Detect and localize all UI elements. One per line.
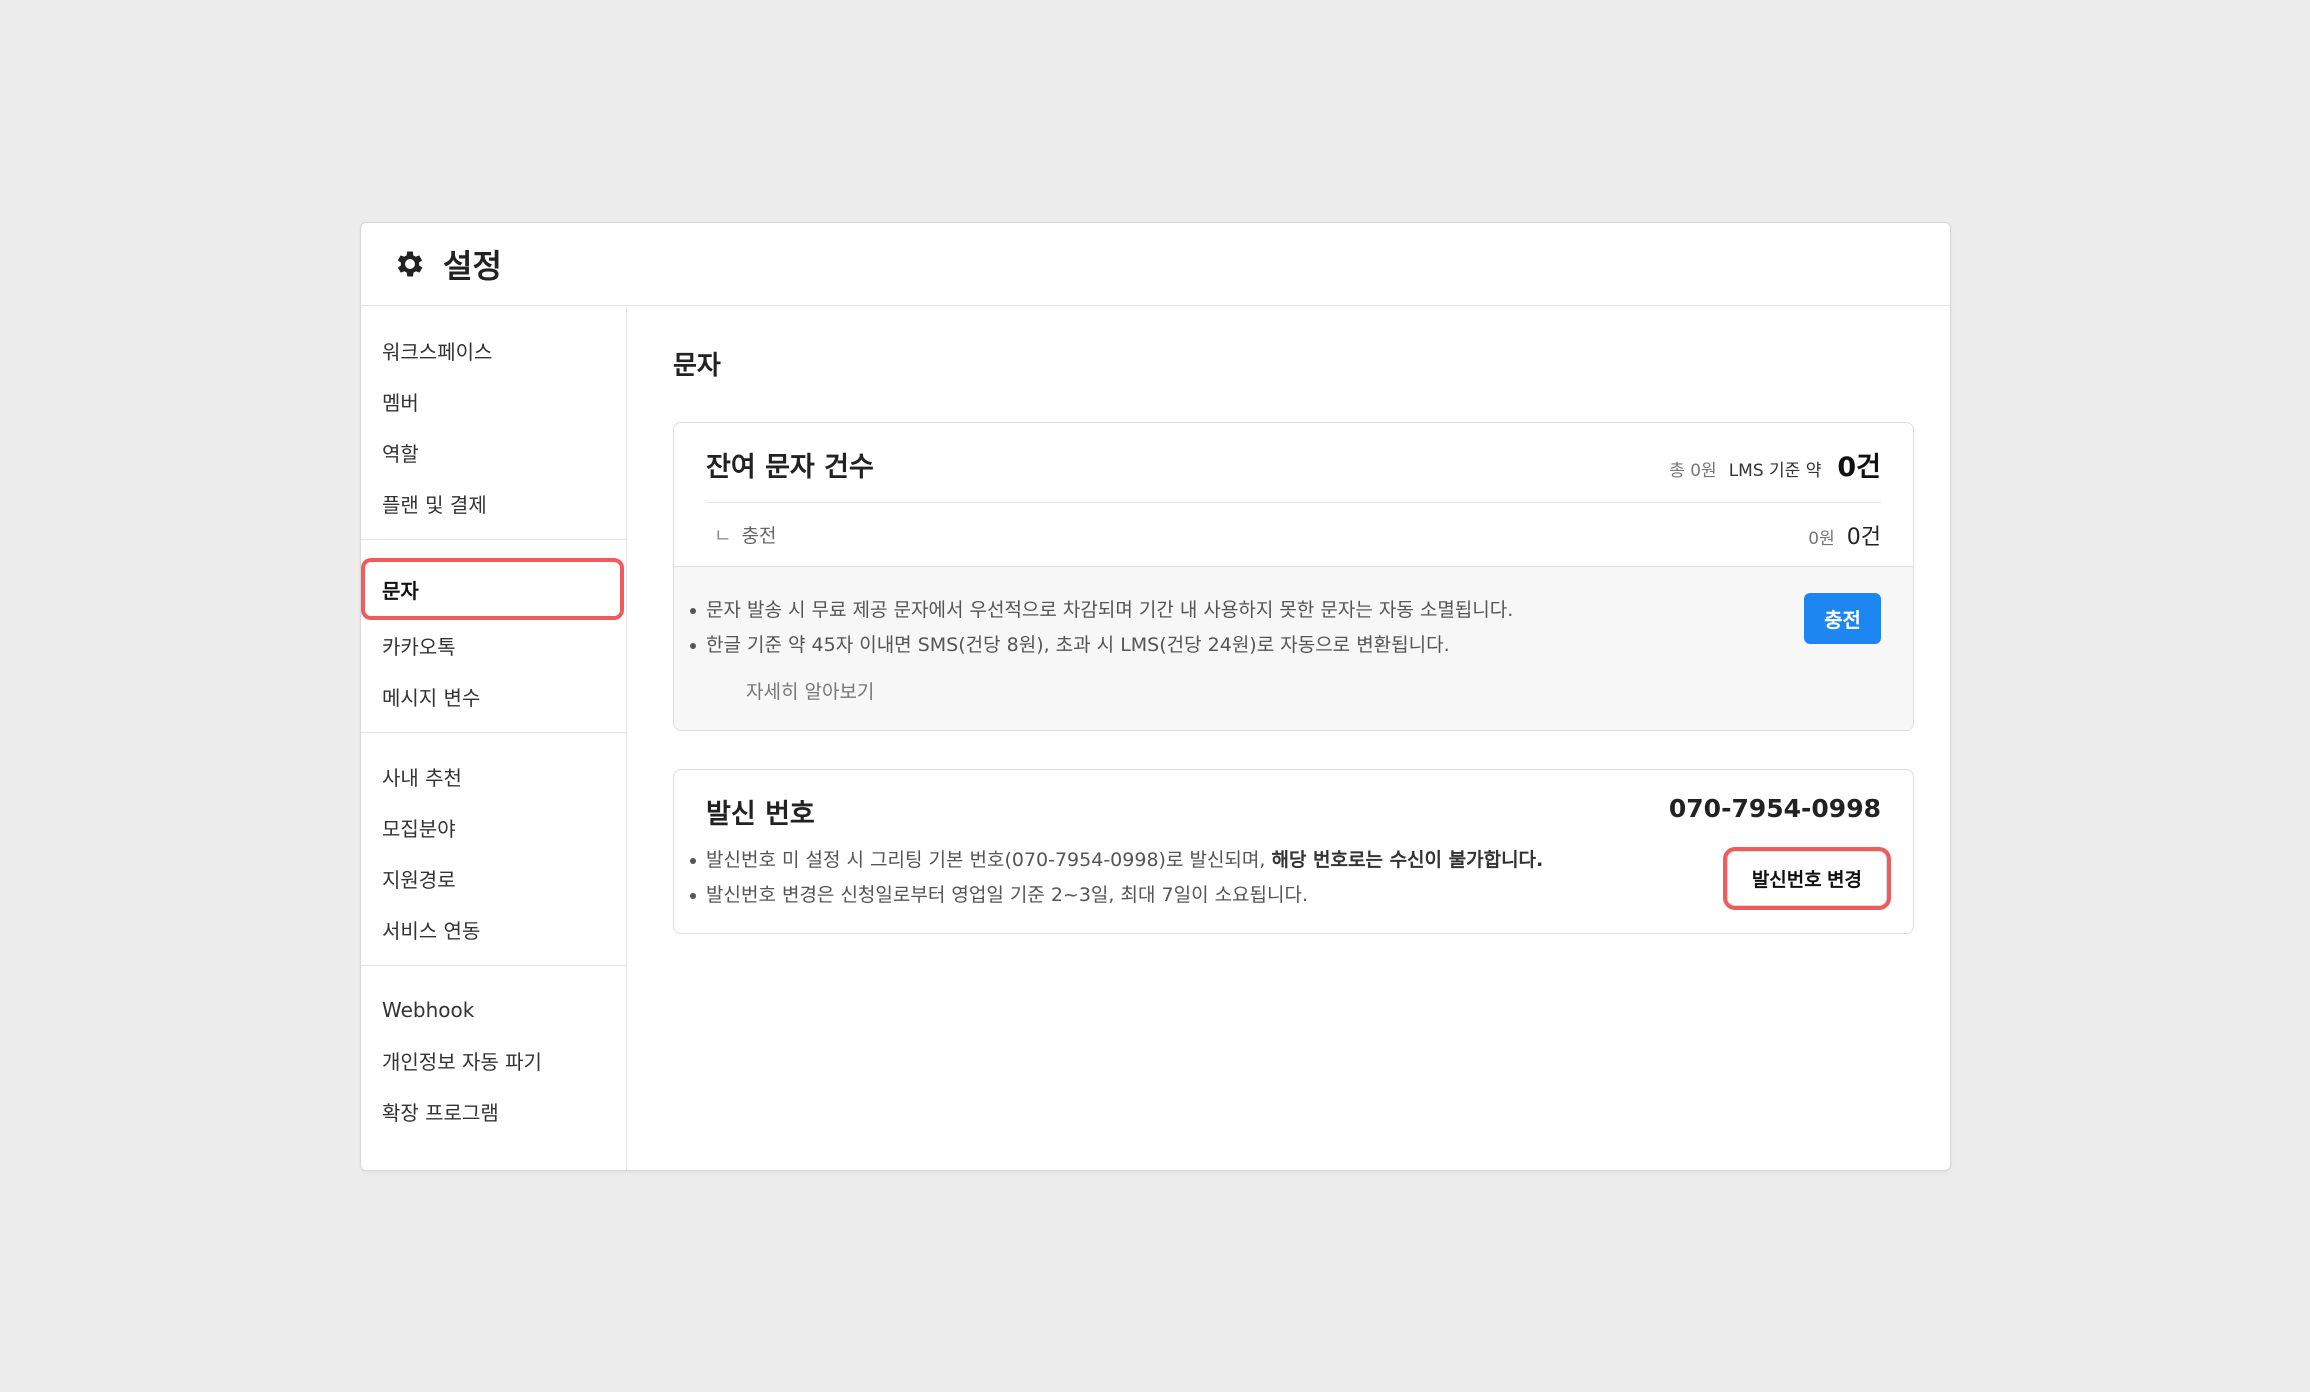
sender-notes: 발신번호 미 설정 시 그리팅 기본 번호(070-7954-0998)로 발신…: [684, 843, 1543, 913]
lms-basis-label: LMS 기준 약: [1728, 461, 1822, 481]
sidebar-item-referral[interactable]: 사내 추천: [365, 751, 622, 802]
sender-title: 발신 번호: [706, 799, 815, 830]
sidebar-item-webhook[interactable]: Webhook: [365, 984, 622, 1035]
sender-note-bold: 해당 번호로는 수신이 불가합니다.: [1271, 849, 1544, 871]
list-item: 발신번호 변경은 신청일로부터 영업일 기준 2~3일, 최대 7일이 소요됩니…: [684, 878, 1543, 913]
sms-notes: 문자 발송 시 무료 제공 문자에서 우선적으로 차감되며 기간 내 사용하지 …: [684, 593, 1513, 663]
sidebar-item-auto-deletion[interactable]: 개인정보 자동 파기: [365, 1035, 622, 1086]
remaining-summary: 총 0원 LMS 기준 약 0건: [1669, 445, 1881, 484]
nav-group-messaging: 문자 카카오톡 메시지 변수: [361, 540, 626, 733]
total-amount: 총 0원: [1669, 461, 1717, 481]
window-header: 설정: [361, 223, 1950, 306]
charge-count: 0건: [1846, 524, 1881, 550]
list-item: 문자 발송 시 무료 제공 문자에서 우선적으로 차감되며 기간 내 사용하지 …: [684, 593, 1513, 628]
charge-button[interactable]: 충전: [1804, 593, 1881, 644]
gear-icon: [397, 251, 423, 277]
list-item: 한글 기준 약 45자 이내면 SMS(건당 8원), 초과 시 LMS(건당 …: [684, 628, 1513, 663]
nav-group-recruiting: 사내 추천 모집분야 지원경로 서비스 연동: [361, 733, 626, 966]
sidebar-item-members[interactable]: 멤버: [365, 376, 622, 427]
charge-amount: 0원: [1808, 528, 1835, 549]
sidebar-item-extensions[interactable]: 확장 프로그램: [365, 1086, 622, 1137]
sidebar-item-integrations[interactable]: 서비스 연동: [365, 904, 622, 955]
sidebar-item-plan-billing[interactable]: 플랜 및 결제: [365, 478, 622, 529]
settings-sidebar: 워크스페이스 멤버 역할 플랜 및 결제 문자 카카오톡 메시지 변수 사내 추…: [361, 307, 627, 1170]
sms-info-box: 문자 발송 시 무료 제공 문자에서 우선적으로 차감되며 기간 내 사용하지 …: [674, 566, 1913, 730]
remaining-title: 잔여 문자 건수: [706, 452, 874, 483]
total-count: 0건: [1837, 452, 1881, 483]
sidebar-item-message-variables[interactable]: 메시지 변수: [365, 671, 622, 722]
sender-number-card: 발신 번호 070-7954-0998 발신번호 미 설정 시 그리팅 기본 번…: [673, 769, 1914, 934]
corner-glyph: ㄴ: [714, 525, 732, 547]
nav-group-advanced: Webhook 개인정보 자동 파기 확장 프로그램: [361, 966, 626, 1147]
nav-group-workspace: 워크스페이스 멤버 역할 플랜 및 결제: [361, 307, 626, 540]
change-sender-button[interactable]: 발신번호 변경: [1726, 850, 1887, 906]
main-content: 문자 잔여 문자 건수 총 0원 LMS 기준 약 0건 ㄴ 충전 0원 0건 …: [627, 307, 1950, 1170]
sidebar-item-roles[interactable]: 역할: [365, 427, 622, 478]
remaining-sms-card: 잔여 문자 건수 총 0원 LMS 기준 약 0건 ㄴ 충전 0원 0건 문자 …: [673, 422, 1914, 731]
learn-more-link[interactable]: 자세히 알아보기: [746, 677, 874, 704]
sidebar-item-sms[interactable]: 문자: [365, 562, 620, 616]
page-title: 문자: [673, 351, 721, 381]
sidebar-item-job-fields[interactable]: 모집분야: [365, 802, 622, 853]
charge-row: ㄴ 충전 0원 0건: [706, 502, 1881, 566]
window-title: 설정: [443, 247, 502, 285]
charge-label: 충전: [741, 525, 777, 547]
sidebar-item-workspace[interactable]: 워크스페이스: [365, 325, 622, 376]
sender-note-text: 발신번호 미 설정 시 그리팅 기본 번호(070-7954-0998)로 발신…: [706, 849, 1272, 871]
list-item: 발신번호 미 설정 시 그리팅 기본 번호(070-7954-0998)로 발신…: [684, 843, 1543, 878]
sidebar-item-kakaotalk[interactable]: 카카오톡: [365, 620, 622, 671]
settings-window: 설정 워크스페이스 멤버 역할 플랜 및 결제 문자 카카오톡 메시지 변수 사…: [360, 222, 1951, 1171]
sender-phone: 070-7954-0998: [1668, 794, 1881, 823]
sidebar-item-sources[interactable]: 지원경로: [365, 853, 622, 904]
